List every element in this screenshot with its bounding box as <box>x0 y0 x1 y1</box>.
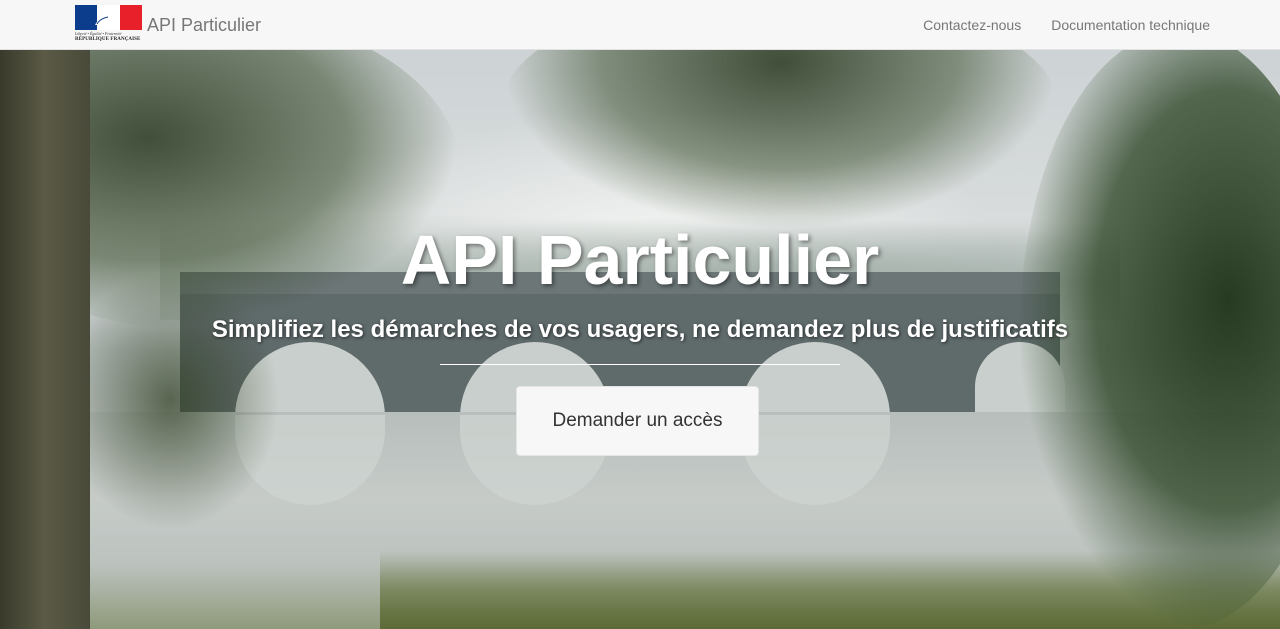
hero-content: API Particulier Simplifiez les démarches… <box>0 50 1280 629</box>
hero-title: API Particulier <box>400 221 880 299</box>
nav-link-contact[interactable]: Contactez-nous <box>923 15 1021 35</box>
request-access-button[interactable]: Demander un accès <box>516 386 759 456</box>
nav-link-documentation[interactable]: Documentation technique <box>1051 15 1210 35</box>
brand-name[interactable]: API Particulier <box>147 15 261 35</box>
logo-motto: Liberté • Égalité • Fraternité <box>75 31 122 36</box>
hero-subtitle: Simplifiez les démarches de vos usagers,… <box>211 316 1069 343</box>
navbar: Liberté • Égalité • Fraternité RÉPUBLIQU… <box>0 0 1280 50</box>
french-flag-icon <box>75 5 142 30</box>
marianne-profile-icon <box>95 12 115 25</box>
republique-francaise-logo: Liberté • Égalité • Fraternité RÉPUBLIQU… <box>75 5 142 45</box>
nav-links: Contactez-nous Documentation technique <box>893 0 1210 50</box>
logo-text: RÉPUBLIQUE FRANÇAISE <box>75 37 141 42</box>
brand-link[interactable]: Liberté • Égalité • Fraternité RÉPUBLIQU… <box>75 5 261 45</box>
hero-divider <box>440 364 840 365</box>
